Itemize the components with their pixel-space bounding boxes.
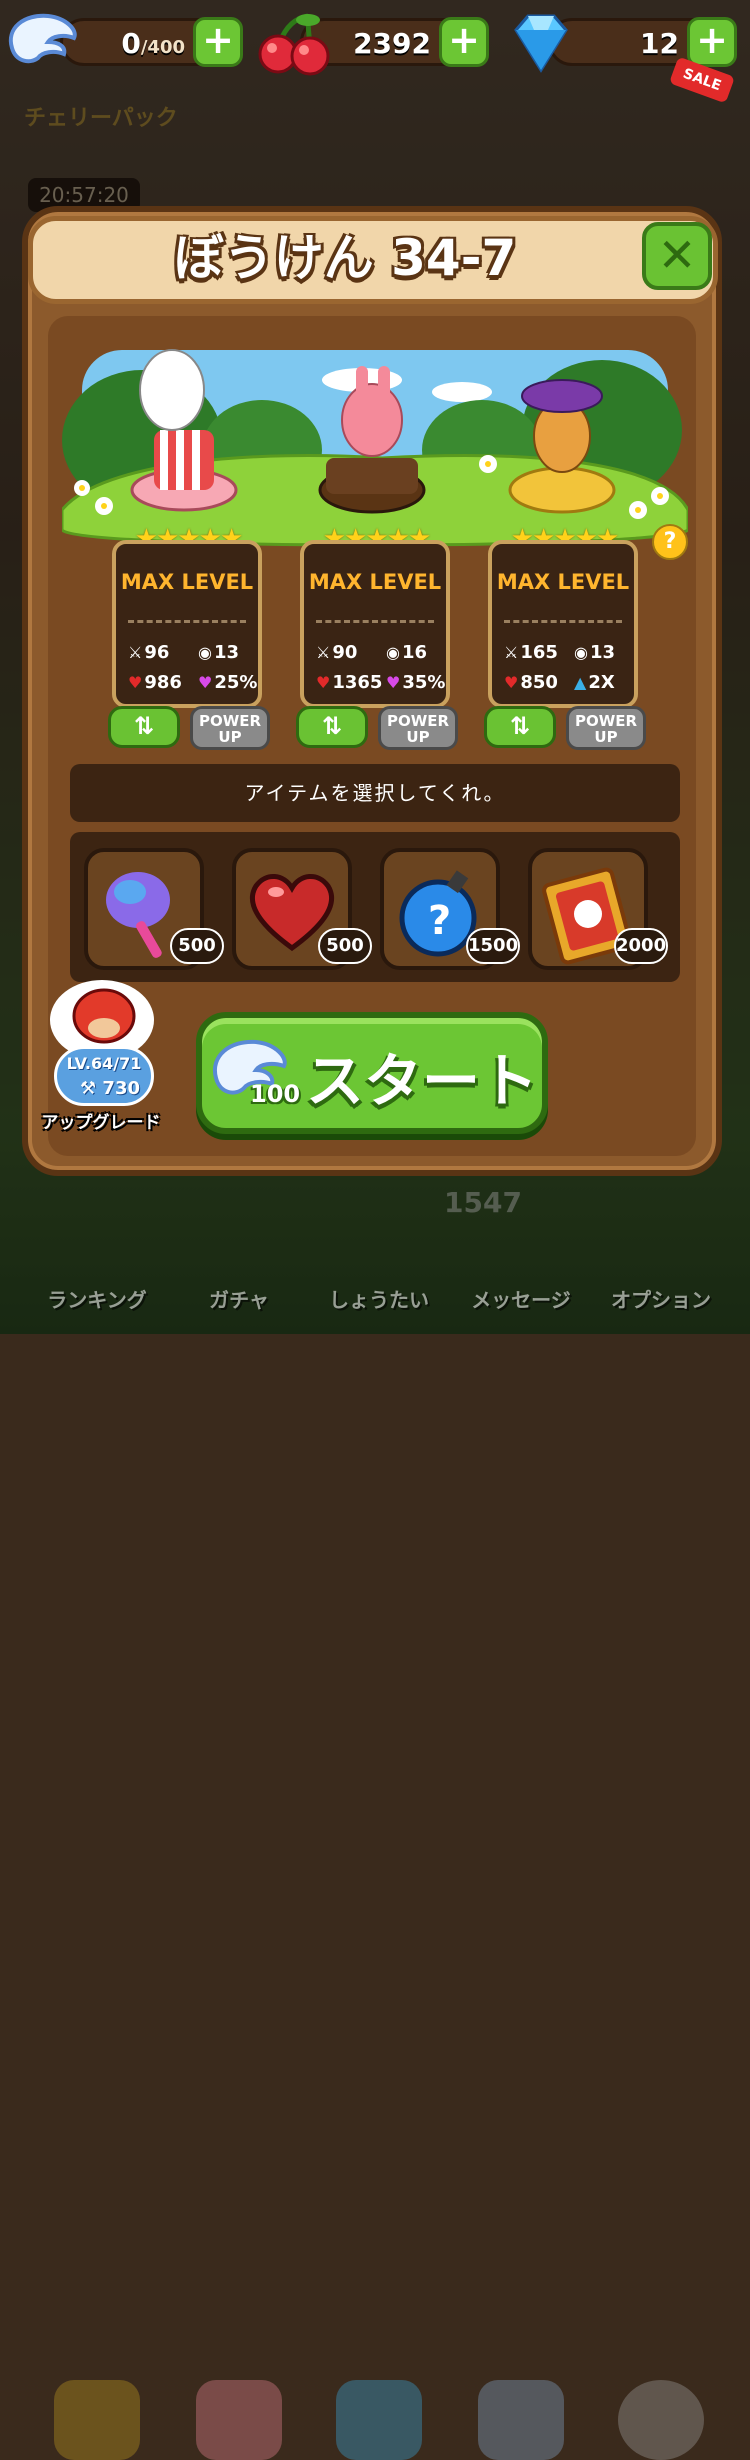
trophy-icon[interactable] <box>54 2380 140 2460</box>
divider <box>128 620 246 623</box>
skill-stat: ▲ 2X <box>574 672 615 693</box>
character-1-card[interactable]: MAX LEVEL ⚔ 96 ◉ 13 ♥ 986 ♥ 25% <box>112 540 262 708</box>
close-icon: ✕ <box>657 228 697 282</box>
attack-icon: ⚔ <box>504 643 519 662</box>
swap-character-1-button[interactable]: ⇅ <box>108 706 180 748</box>
start-cost: 100 <box>250 1080 301 1108</box>
hp-stat: ♥ 986 <box>128 672 182 693</box>
hp-stat: ♥ 1365 <box>316 672 383 693</box>
attack-stat: ⚔ 96 <box>128 642 170 663</box>
upgrade-level: LV.64/71 <box>66 1054 142 1073</box>
swap-character-2-button[interactable]: ⇅ <box>296 706 368 748</box>
swap-arrows-icon: ⇅ <box>133 712 155 740</box>
nav-options[interactable]: オプション <box>596 1284 726 1313</box>
cherries-value: 2392 <box>353 27 431 60</box>
nav-gacha[interactable]: ガチャ <box>174 1284 304 1313</box>
character-2-card[interactable]: MAX LEVEL ⚔ 90 ◉ 16 ♥ 1365 ♥ 35% <box>300 540 450 708</box>
coin-stat: ◉ 16 <box>386 642 428 663</box>
invite-icon[interactable] <box>336 2380 422 2460</box>
item-4-price: 2000 <box>614 928 668 964</box>
wing-icon <box>8 13 77 64</box>
skill-heart-icon: ♥ <box>386 673 401 692</box>
coin-stack-icon: ◉ <box>574 643 588 662</box>
power-up-3-button[interactable]: POWER UP <box>566 706 646 750</box>
add-gems-button[interactable]: + <box>687 17 737 67</box>
hp-stat: ♥ 850 <box>504 672 558 693</box>
coin-stack-icon: ◉ <box>386 643 400 662</box>
swap-character-3-button[interactable]: ⇅ <box>484 706 556 748</box>
hearts-value: 0 <box>121 27 141 60</box>
start-label: スタート <box>306 1047 539 1115</box>
heart-icon: ♥ <box>504 673 519 692</box>
item-shelf: 500 500 ? 1500 2000 <box>70 832 680 982</box>
power-up-1-button[interactable]: POWER UP <box>190 706 270 750</box>
gacha-icon[interactable] <box>196 2380 282 2460</box>
help-button[interactable]: ? <box>652 524 688 560</box>
gear-icon[interactable] <box>618 2380 704 2460</box>
skill-stat: ♥ 25% <box>198 672 258 693</box>
attack-stat: ⚔ 165 <box>504 642 558 663</box>
heart-icon: ♥ <box>316 673 331 692</box>
level-label: MAX LEVEL <box>496 570 630 594</box>
stage-title: ぼうけん 34-7 <box>173 229 517 287</box>
attack-icon: ⚔ <box>128 643 143 662</box>
level-label: MAX LEVEL <box>120 570 254 594</box>
swap-arrows-icon: ⇅ <box>321 712 343 740</box>
add-hearts-button[interactable]: + <box>193 17 243 67</box>
attack-icon: ⚔ <box>316 643 331 662</box>
hearts-max: /400 <box>140 37 185 58</box>
heart-icon: ♥ <box>128 673 143 692</box>
nav-message[interactable]: メッセージ <box>456 1284 586 1313</box>
coin-stack-icon: ◉ <box>198 643 212 662</box>
gems-value: 12 <box>640 27 679 60</box>
nav-invite[interactable]: しょうたい <box>314 1284 444 1313</box>
svg-text:?: ? <box>428 898 451 944</box>
close-button[interactable]: ✕ <box>642 222 712 290</box>
coin-stat: ◉ 13 <box>198 642 240 663</box>
cherry-icon <box>258 13 330 76</box>
divider <box>316 620 434 623</box>
skill-heart-icon: ♥ <box>198 673 213 692</box>
item-prompt: アイテムを選択してくれ。 <box>70 764 680 822</box>
divider <box>504 620 622 623</box>
level-label: MAX LEVEL <box>308 570 442 594</box>
nav-ranking[interactable]: ランキング <box>32 1284 162 1313</box>
item-1-price: 500 <box>170 928 224 964</box>
diamond-icon <box>514 14 568 73</box>
resource-bar: 0/400 + 2392 + 12 + SALE <box>0 0 750 104</box>
power-up-2-button[interactable]: POWER UP <box>378 706 458 750</box>
skill-stat: ♥ 35% <box>386 672 446 693</box>
character-3-card[interactable]: MAX LEVEL ⚔ 165 ◉ 13 ♥ 850 ▲ 2X <box>488 540 638 708</box>
coin-stat: ◉ 13 <box>574 642 616 663</box>
swap-arrows-icon: ⇅ <box>509 712 531 740</box>
add-cherries-button[interactable]: + <box>439 17 489 67</box>
coin-icon: ⚒ <box>80 1078 97 1099</box>
character-scene <box>62 349 688 547</box>
upgrade-label[interactable]: アップグレード <box>36 1108 166 1133</box>
attack-stat: ⚔ 90 <box>316 642 358 663</box>
item-2-price: 500 <box>318 928 372 964</box>
speed-boost-icon: ▲ <box>574 673 587 692</box>
upgrade-cost: ⚒ 730 <box>80 1078 140 1099</box>
mail-icon[interactable] <box>478 2380 564 2460</box>
item-3-price: 1500 <box>466 928 520 964</box>
hearts-counter: 0/400 + <box>60 17 243 67</box>
